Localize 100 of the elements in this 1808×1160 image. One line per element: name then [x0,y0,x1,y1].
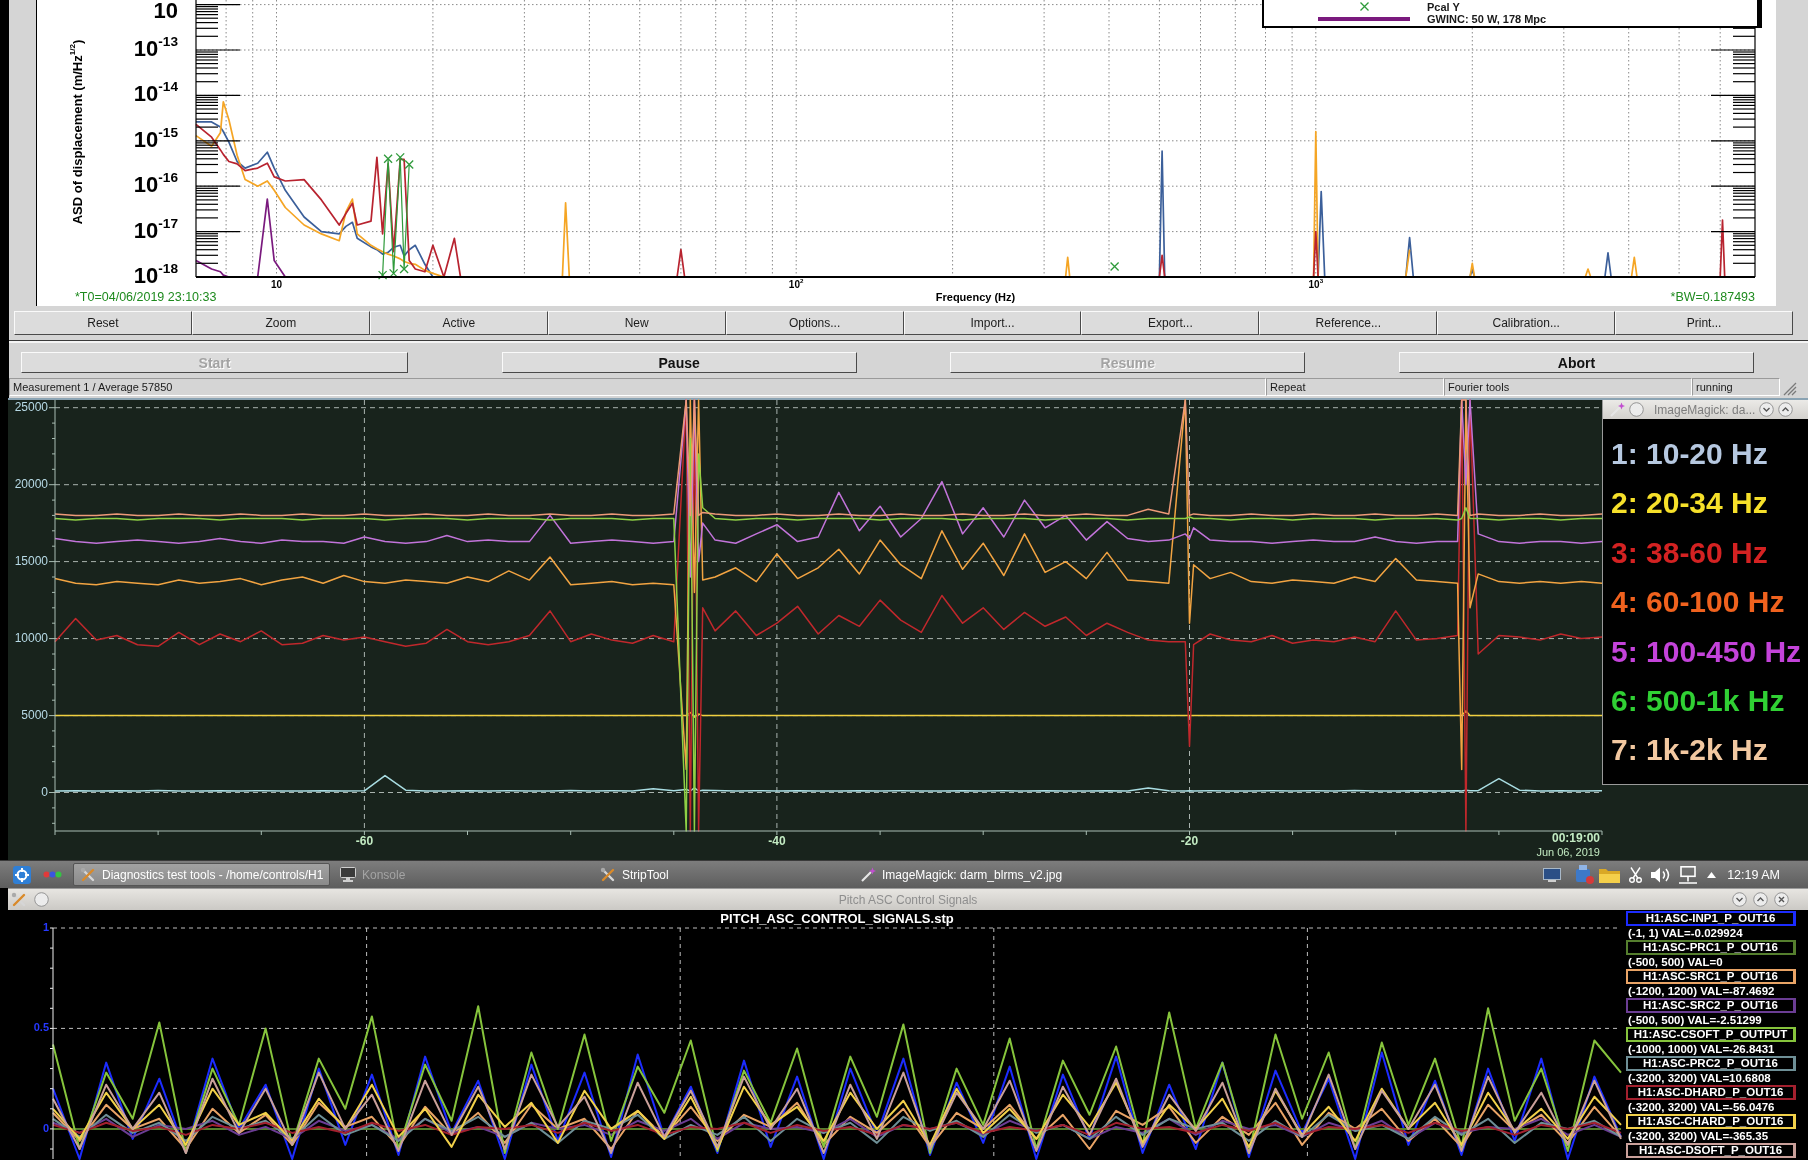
band-label: 5: 100-450 Hz [1611,633,1802,670]
x-tick-label: 10$^{3}$ [1308,280,1324,290]
chevron-down-icon[interactable] [1759,402,1775,417]
y-tick-label: 0 [41,785,48,798]
clock-text: 12:19 AM [1727,867,1780,882]
band-label: 7: 1k-2k Hz [1611,732,1768,769]
y-tick-label: 1 [42,922,49,933]
y-tick-label: 0.5 [33,1022,49,1034]
package-icon[interactable] [1575,865,1595,884]
wand-icon[interactable] [1609,401,1625,418]
y-tick-label: 15000 [14,554,48,567]
legend-label: GWINC: 50 W, 178 Mpc [1427,13,1547,26]
toolbar-button[interactable]: Active [369,311,548,335]
y-tick-label: 10$^{-16}$ [133,174,178,197]
cross-marker [377,270,388,280]
window-title: ImageMagick: da... [1654,402,1756,417]
channel-label[interactable]: H1:ASC-DHARD_P_OUT16 [1626,1085,1796,1100]
screen-icon[interactable] [1543,867,1562,882]
end-time-label: 00:19:00 [1551,832,1600,844]
status-field: running [1692,378,1780,396]
chart-title: PITCH_ASC_CONTROL_SIGNALS.stp [720,912,954,925]
cross-marker [399,264,409,274]
channel-reading: (-1, 1) VAL=-0.029924 [1627,926,1743,940]
status-field: Measurement 1 / Average 57850 [9,378,1266,396]
cross-marker [383,154,393,164]
cross-marker [395,152,405,163]
y-tick-label: 10$^{-14}$ [133,83,178,106]
channel-label[interactable]: H1:ASC-DSOFT_P_OUT16 [1626,1143,1796,1158]
band-label: 2: 20-34 Hz [1611,485,1768,522]
x-tick-label: 10$^{2}$ [788,280,804,290]
toolbar-button[interactable]: Import... [903,311,1082,335]
channel-label[interactable]: H1:ASC-PRC2_P_OUT16 [1626,1056,1796,1071]
y-tick-label: 10$^{-18}$ [133,265,178,287]
toolbar-button[interactable]: Reference... [1259,311,1438,335]
toolbar-button[interactable]: Reset [14,311,192,335]
toolbar-button[interactable]: Zoom [191,311,370,335]
y-tick-label: 25000 [14,400,48,413]
status-field: Fourier tools [1444,378,1692,396]
band-label: 3: 38-60 Hz [1611,534,1768,571]
channel-reading: (-3200, 3200) VAL=-56.0476 [1627,1100,1775,1114]
close-icon[interactable] [1774,892,1789,907]
network-icon[interactable] [1678,865,1699,884]
y-tick-label: 5000 [21,708,48,721]
y-tick-label: 10$^{-17}$ [133,219,178,242]
task-button[interactable]: ImageMagick: darm_blrms_v2.jpg [853,863,1110,886]
dots-icon[interactable] [43,871,62,878]
toolbar-button[interactable]: Print... [1615,311,1794,335]
monitor-icon [340,867,356,882]
y-tick-label: 10 [153,0,178,22]
band-label: 4: 60-100 Hz [1611,584,1785,621]
legend-cross-icon [1359,2,1369,12]
status-field: Repeat [1266,378,1444,396]
channel-reading: (-500, 500) VAL=-2.51299 [1627,1013,1762,1027]
channel-label[interactable]: H1:ASC-SRC1_P_OUT16 [1626,969,1796,984]
channel-reading: (-1200, 1200) VAL=-87.4692 [1627,984,1775,998]
x-tick-label: 10 [270,280,283,290]
y-tick-label: 20000 [14,477,48,490]
date-label: Jun 06, 2019 [1536,847,1600,858]
channel-label[interactable]: H1:ASC-CSOFT_P_OUTPUT [1626,1027,1796,1042]
x-tick-label: -40 [768,835,786,847]
channel-label[interactable]: H1:ASC-SRC2_P_OUT16 [1626,998,1796,1013]
channel-label[interactable]: H1:ASC-PRC1_P_OUT16 [1626,940,1796,955]
toolbar-button[interactable]: Export... [1081,311,1260,335]
channel-reading: (-1000, 1000) VAL=-26.8431 [1627,1042,1775,1056]
y-tick-label: 10$^{-15}$ [133,128,178,151]
y-tick-label: 10000 [14,631,48,644]
task-button[interactable]: StripTool [593,863,850,886]
toolbar-button[interactable]: New [547,311,726,335]
scissors-icon[interactable] [1629,866,1643,883]
bandwidth-text: *BW=0.187493 [1670,291,1755,304]
y-tick-label: 0 [42,1122,49,1134]
band-label: 1: 10-20 Hz [1611,436,1768,472]
y-tick-label: 10$^{-13}$ [133,37,178,60]
chevron-up-icon[interactable] [1778,402,1794,417]
cross-marker [388,268,399,279]
chevron-down-icon[interactable] [1732,892,1747,907]
band-label: 6: 500-1k Hz [1611,682,1785,719]
wand-icon [860,866,876,883]
cross-marker [1109,261,1120,272]
x-axis-title: Frequency (Hz) [935,292,1016,303]
window-title: Pitch ASC Control Signals [838,892,978,907]
x-tick-label: -60 [355,835,374,847]
channel-label[interactable]: H1:ASC-INP1_P_OUT16 [1626,911,1796,926]
legend-label: Pcal Y [1427,0,1460,13]
resize-grip-icon[interactable] [1783,382,1797,396]
control-button[interactable]: Pause [501,352,857,373]
folder-icon[interactable] [1599,866,1621,883]
control-button[interactable]: Abort [1398,352,1754,373]
caret-up-icon[interactable] [1707,871,1717,878]
chevron-up-icon[interactable] [1753,892,1768,907]
toolbar-button[interactable]: Options... [725,311,904,335]
start-time-text: *T0=04/06/2019 23:10:33 [75,291,217,304]
crossed-tools-icon [80,866,96,883]
channel-reading: (-3200, 3200) VAL=10.6808 [1627,1071,1771,1085]
crossed-tools-icon [600,866,616,883]
cross-marker [404,159,414,170]
channel-reading: (-3200, 3200) VAL=-365.35 [1627,1129,1769,1143]
toolbar-button[interactable]: Calibration... [1437,311,1616,335]
channel-label[interactable]: H1:ASC-CHARD_P_OUT16 [1626,1114,1796,1129]
menu-icon[interactable] [13,865,31,884]
